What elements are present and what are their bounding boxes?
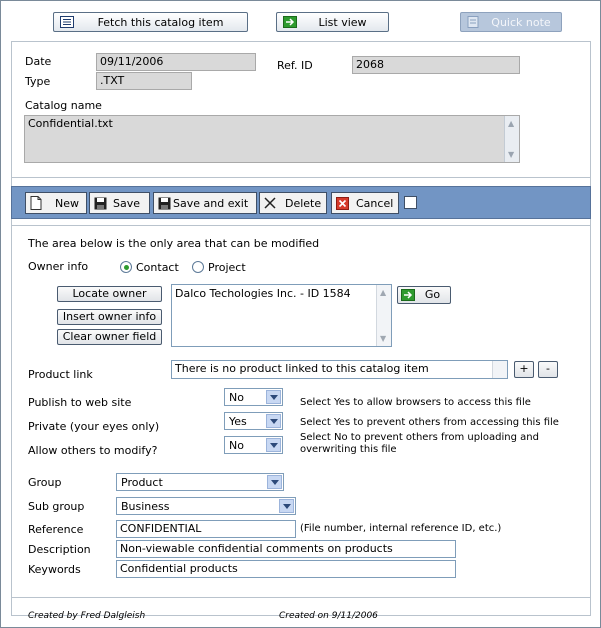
- scrollbar[interactable]: ▲ ▼: [376, 285, 391, 346]
- fetch-catalog-item-label: Fetch this catalog item: [97, 15, 224, 29]
- floppy-icon: [93, 196, 107, 210]
- private-label: Private (your eyes only): [28, 420, 160, 433]
- chevron-up-icon: ▲: [508, 119, 515, 128]
- modify-value: No: [229, 439, 244, 452]
- add-product-link-button[interactable]: +: [514, 361, 534, 378]
- delete-label: Delete: [285, 196, 322, 210]
- new-label: New: [55, 196, 79, 210]
- keywords-field[interactable]: Confidential products: [116, 560, 456, 578]
- group-value: Product: [121, 476, 163, 489]
- go-label: Go: [424, 288, 441, 301]
- modify-hint: Select No to prevent others from uploadi…: [300, 432, 539, 455]
- publish-hint: Select Yes to allow browsers to access t…: [300, 397, 531, 408]
- description-field[interactable]: Non-viewable confidential comments on pr…: [116, 540, 456, 558]
- created-on: Created on 9/11/2006: [279, 611, 378, 621]
- subgroup-select[interactable]: Business: [116, 497, 296, 515]
- chevron-down-icon: [266, 390, 281, 404]
- created-by: Created by Fred Dalgleish: [28, 611, 146, 621]
- insert-owner-info-button[interactable]: Insert owner info: [57, 309, 162, 325]
- x-icon: [263, 196, 277, 210]
- delete-button[interactable]: Delete: [259, 192, 327, 214]
- product-link-field[interactable]: There is no product linked to this catal…: [171, 360, 508, 379]
- chevron-down-icon: [266, 438, 281, 452]
- list-icon: [60, 16, 74, 28]
- catalog-name-value: Confidential.txt: [28, 117, 113, 130]
- publish-label: Publish to web site: [28, 396, 132, 409]
- save-and-exit-label: Save and exit: [173, 196, 249, 210]
- quick-note-label: Quick note: [491, 15, 551, 29]
- ref-id-label: Ref. ID: [277, 59, 313, 72]
- divider: [11, 597, 591, 598]
- product-link-value: There is no product linked to this catal…: [175, 362, 429, 375]
- private-select[interactable]: Yes: [224, 412, 283, 430]
- save-and-exit-button[interactable]: Save and exit: [153, 192, 257, 214]
- toolbar-checkbox[interactable]: [404, 196, 417, 209]
- chevron-down-icon: [279, 499, 294, 513]
- owner-textarea[interactable]: Dalco Techologies Inc. - ID 1584 ▲ ▼: [171, 284, 392, 347]
- action-toolbar: New Save Save and exit Delete Cancel: [11, 186, 591, 219]
- list-view-button[interactable]: List view: [276, 12, 389, 32]
- chevron-down-icon: ▼: [508, 150, 515, 159]
- note-icon: [467, 16, 481, 28]
- locate-owner-button[interactable]: Locate owner: [57, 286, 162, 302]
- ref-id-field: 2068: [352, 56, 520, 74]
- divider: [11, 177, 591, 178]
- publish-value: No: [229, 391, 244, 404]
- catalog-name-label: Catalog name: [25, 99, 102, 112]
- divider: [11, 225, 591, 226]
- project-radio-label: Project: [208, 261, 246, 274]
- editable-notice: The area below is the only area that can…: [28, 237, 320, 250]
- clear-owner-field-button[interactable]: Clear owner field: [57, 329, 162, 345]
- owner-info-label: Owner info: [28, 260, 89, 273]
- subgroup-label: Sub group: [28, 500, 85, 513]
- keywords-label: Keywords: [28, 563, 81, 576]
- subgroup-value: Business: [121, 500, 170, 513]
- catalog-name-field: Confidential.txt ▲ ▼: [24, 115, 520, 163]
- radio-selected-dot: [124, 265, 129, 270]
- new-button[interactable]: New: [25, 192, 87, 214]
- save-button[interactable]: Save: [89, 192, 150, 214]
- product-link-label: Product link: [28, 368, 93, 381]
- group-select[interactable]: Product: [116, 473, 284, 491]
- owner-value: Dalco Techologies Inc. - ID 1584: [175, 287, 351, 300]
- description-label: Description: [28, 543, 91, 556]
- floppy-icon: [157, 196, 171, 210]
- reference-label: Reference: [28, 523, 84, 536]
- go-button[interactable]: Go: [397, 286, 451, 304]
- chevron-up-icon: ▲: [380, 288, 387, 297]
- type-label: Type: [25, 75, 51, 88]
- cancel-icon: [335, 196, 349, 210]
- arrow-right-icon: [401, 289, 415, 301]
- type-field: .TXT: [96, 72, 192, 90]
- quick-note-button[interactable]: Quick note: [460, 12, 562, 32]
- arrow-right-icon: [283, 16, 297, 28]
- date-field: 09/11/2006: [96, 53, 256, 71]
- private-hint: Select Yes to prevent others from access…: [300, 417, 559, 428]
- save-label: Save: [113, 196, 141, 210]
- modify-label: Allow others to modify?: [28, 444, 158, 457]
- chevron-down-icon: [266, 414, 281, 428]
- group-label: Group: [28, 476, 62, 489]
- list-view-label: List view: [318, 15, 367, 29]
- cancel-button[interactable]: Cancel: [331, 192, 399, 214]
- remove-product-link-button[interactable]: -: [538, 361, 558, 378]
- publish-select[interactable]: No: [224, 388, 283, 406]
- private-value: Yes: [229, 415, 247, 428]
- scrollbar[interactable]: [492, 361, 507, 378]
- project-radio[interactable]: [192, 261, 204, 273]
- reference-field[interactable]: CONFIDENTIAL: [116, 520, 296, 538]
- chevron-down-icon: [267, 475, 282, 489]
- contact-radio-label: Contact: [136, 261, 179, 274]
- date-label: Date: [25, 55, 52, 68]
- window-frame: Fetch this catalog item List view Quick …: [0, 0, 601, 628]
- new-document-icon: [29, 196, 43, 210]
- cancel-label: Cancel: [356, 196, 394, 210]
- contact-radio[interactable]: [120, 261, 132, 273]
- fetch-catalog-item-button[interactable]: Fetch this catalog item: [53, 12, 248, 32]
- reference-hint: (File number, internal reference ID, etc…: [300, 523, 502, 534]
- modify-select[interactable]: No: [224, 436, 283, 454]
- scrollbar[interactable]: ▲ ▼: [504, 116, 519, 162]
- chevron-down-icon: ▼: [380, 334, 387, 343]
